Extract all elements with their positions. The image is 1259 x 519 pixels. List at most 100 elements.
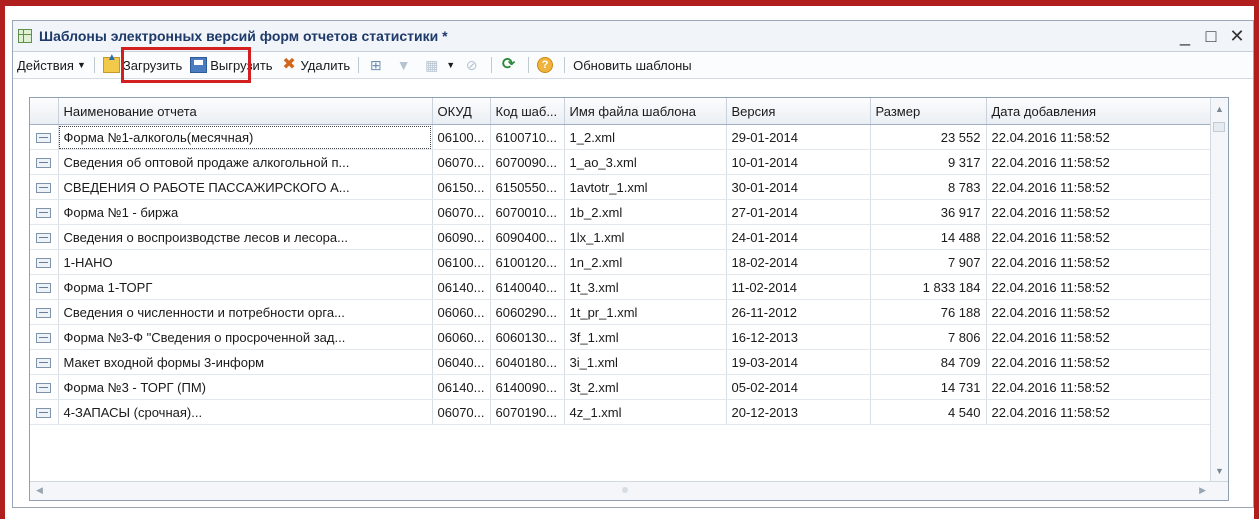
template-icon xyxy=(36,358,52,369)
date-added: 22.04.2016 11:58:52 xyxy=(986,324,1213,350)
load-button[interactable]: Загрузить xyxy=(99,52,186,77)
delete-button[interactable]: ✖ Удалить xyxy=(277,53,355,77)
horizontal-scrollbar[interactable]: ◀ ▶ xyxy=(30,481,1228,500)
date-added: 22.04.2016 11:58:52 xyxy=(986,249,1213,275)
report-name: Сведения об оптовой продаже алкогольной … xyxy=(58,149,433,175)
template-icon xyxy=(36,308,52,319)
template-file: 1_ao_3.xml xyxy=(564,149,727,175)
actions-menu[interactable]: Действия ▼ xyxy=(13,53,90,77)
report-name: Сведения о воспроизводстве лесов и лесор… xyxy=(58,224,433,250)
window-title: Шаблоны электронных версий форм отчетов … xyxy=(39,28,448,44)
size: 9 317 xyxy=(870,149,987,175)
template-code: 6100710... xyxy=(490,124,565,150)
filter-list-button[interactable]: ▦ ▼ xyxy=(419,53,459,77)
table-row[interactable]: Сведения о численности и потребности орг… xyxy=(30,299,1213,325)
column-header-name[interactable]: Наименование отчета xyxy=(58,98,433,125)
vertical-scrollbar[interactable]: ▲ ▼ xyxy=(1210,98,1228,482)
clear-filter-icon: ⊘ xyxy=(465,57,478,73)
date-added: 22.04.2016 11:58:52 xyxy=(986,274,1213,300)
size: 7 806 xyxy=(870,324,987,350)
toolbar: Действия ▼ Загрузить Выгрузить ✖ Удалить… xyxy=(13,52,1253,79)
scroll-down-icon[interactable]: ▼ xyxy=(1215,466,1224,476)
table-row[interactable]: 4-ЗАПАСЫ (срочная)... 06070... 6070190..… xyxy=(30,399,1213,425)
table-row[interactable]: Форма №3-Ф "Сведения о просроченной зад.… xyxy=(30,324,1213,350)
minimize-button[interactable]: _ xyxy=(1177,27,1193,45)
close-button[interactable]: ✕ xyxy=(1229,27,1245,45)
version: 18-02-2014 xyxy=(726,249,871,275)
okud: 06070... xyxy=(432,199,491,225)
clear-filter-button[interactable]: ⊘ xyxy=(459,53,487,77)
report-name: Форма №3 - ТОРГ (ПМ) xyxy=(58,374,433,400)
template-code: 6100120... xyxy=(490,249,565,275)
template-file: 1t_3.xml xyxy=(564,274,727,300)
size: 1 833 184 xyxy=(870,274,987,300)
templates-table: Наименование отчета ОКУД Код шаб... Имя … xyxy=(29,97,1229,501)
size: 36 917 xyxy=(870,199,987,225)
table-row[interactable]: Форма №3 - ТОРГ (ПМ) 06140... 6140090...… xyxy=(30,374,1213,400)
scroll-thumb[interactable] xyxy=(1213,122,1225,132)
load-icon xyxy=(102,52,120,73)
template-code: 6070010... xyxy=(490,199,565,225)
table-row[interactable]: СВЕДЕНИЯ О РАБОТЕ ПАССАЖИРСКОГО А... 061… xyxy=(30,174,1213,200)
filter-settings-button[interactable]: ⊞ xyxy=(363,53,391,77)
table-row[interactable]: Сведения об оптовой продаже алкогольной … xyxy=(30,149,1213,175)
template-code: 6150550... xyxy=(490,174,565,200)
filter-list-icon: ▦ xyxy=(425,57,439,73)
template-code: 6040180... xyxy=(490,349,565,375)
table-row[interactable]: 1-НАНО 06100... 6100120... 1n_2.xml 18-0… xyxy=(30,249,1213,275)
column-header-version[interactable]: Версия xyxy=(726,98,871,125)
table-row[interactable]: Форма 1-ТОРГ 06140... 6140040... 1t_3.xm… xyxy=(30,274,1213,300)
size: 14 731 xyxy=(870,374,987,400)
scroll-up-icon[interactable]: ▲ xyxy=(1215,104,1224,114)
row-icon-cell xyxy=(30,299,59,325)
scroll-right-icon[interactable]: ▶ xyxy=(1199,485,1206,496)
report-name: Макет входной формы 3-информ xyxy=(58,349,433,375)
column-header-size[interactable]: Размер xyxy=(870,98,987,125)
okud: 06060... xyxy=(432,324,491,350)
okud: 06140... xyxy=(432,274,491,300)
delete-icon: ✖ xyxy=(282,56,296,73)
scroll-grip xyxy=(622,487,628,493)
delete-label: Удалить xyxy=(300,57,351,73)
filter-button[interactable]: ▼ xyxy=(391,53,419,77)
template-file: 1lx_1.xml xyxy=(564,224,727,250)
actions-label: Действия xyxy=(17,57,74,73)
template-file: 1t_pr_1.xml xyxy=(564,299,727,325)
refresh-button[interactable]: ⟳ xyxy=(496,53,524,77)
column-header-code[interactable]: Код шаб... xyxy=(490,98,565,125)
table-row[interactable]: Форма №1 - биржа 06070... 6070010... 1b_… xyxy=(30,199,1213,225)
template-file: 3t_2.xml xyxy=(564,374,727,400)
template-file: 3f_1.xml xyxy=(564,324,727,350)
report-name: Сведения о численности и потребности орг… xyxy=(58,299,433,325)
scroll-left-icon[interactable]: ◀ xyxy=(36,485,43,496)
column-header-okud[interactable]: ОКУД xyxy=(432,98,491,125)
chevron-down-icon: ▼ xyxy=(446,60,456,70)
help-button[interactable]: ? xyxy=(533,53,560,77)
row-icon-cell xyxy=(30,349,59,375)
table-row[interactable]: Сведения о воспроизводстве лесов и лесор… xyxy=(30,224,1213,250)
date-added: 22.04.2016 11:58:52 xyxy=(986,149,1213,175)
column-header-date[interactable]: Дата добавления xyxy=(986,98,1213,125)
column-header-icon[interactable] xyxy=(30,98,59,125)
maximize-button[interactable]: □ xyxy=(1203,27,1219,45)
table-row[interactable]: Форма №1-алкоголь(месячная) 06100... 610… xyxy=(30,124,1213,150)
okud: 06090... xyxy=(432,224,491,250)
unload-label: Выгрузить xyxy=(210,57,273,73)
template-code: 6070090... xyxy=(490,149,565,175)
unload-button[interactable]: Выгрузить xyxy=(186,53,276,77)
table-row[interactable]: Макет входной формы 3-информ 06040... 60… xyxy=(30,349,1213,375)
help-icon: ? xyxy=(537,57,554,73)
column-header-file[interactable]: Имя файла шаблона xyxy=(564,98,727,125)
refresh-templates-button[interactable]: Обновить шаблоны xyxy=(569,53,695,77)
okud: 06040... xyxy=(432,349,491,375)
template-icon xyxy=(36,208,52,219)
report-name: 4-ЗАПАСЫ (срочная)... xyxy=(58,399,433,425)
version: 11-02-2014 xyxy=(726,274,871,300)
save-icon xyxy=(190,57,208,73)
load-label: Загрузить xyxy=(122,57,183,73)
date-added: 22.04.2016 11:58:52 xyxy=(986,299,1213,325)
filter-settings-icon: ⊞ xyxy=(369,57,382,73)
toolbar-separator xyxy=(358,57,360,73)
okud: 06070... xyxy=(432,149,491,175)
template-code: 6140090... xyxy=(490,374,565,400)
